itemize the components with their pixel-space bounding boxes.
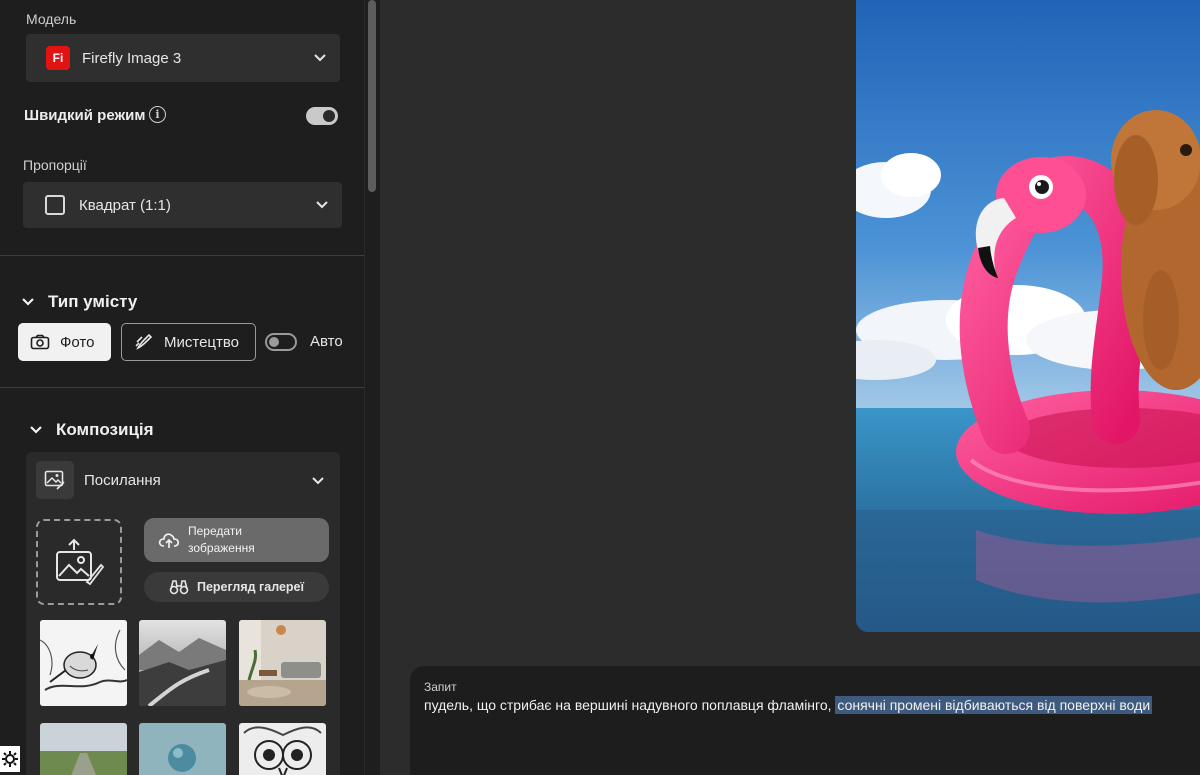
content-type-header[interactable]: Тип умісту	[22, 292, 137, 312]
collapse-chevron-icon	[30, 426, 42, 434]
collapse-chevron-icon	[22, 298, 34, 306]
settings-gear-icon[interactable]	[0, 746, 20, 772]
gallery-thumbnail-owl-pattern[interactable]	[239, 723, 326, 775]
gallery-thumbnail-living-room[interactable]	[239, 620, 326, 706]
prompt-text-plain: пудель, що стрибає на вершині надувного …	[424, 697, 836, 713]
model-select-value: Firefly Image 3	[82, 49, 182, 67]
sidebar-scrollbar-thumb[interactable]	[368, 0, 376, 192]
composition-header[interactable]: Композиція	[30, 420, 154, 440]
gallery-thumbnail-field-road[interactable]	[40, 723, 127, 775]
prompt-label: Запит	[424, 680, 457, 694]
aspect-ratio-select[interactable]: Квадрат (1:1)	[23, 182, 342, 228]
camera-icon	[30, 334, 50, 350]
gallery-thumbnail-bird-sketch[interactable]	[40, 620, 127, 706]
art-button[interactable]: Мистецтво	[121, 323, 256, 361]
photo-button-label: Фото	[60, 333, 95, 351]
reference-panel: Посилання Передати зображення Перегляд г…	[26, 452, 340, 775]
gallery-thumbnail-sphere[interactable]	[139, 723, 226, 775]
image-upload-icon	[56, 538, 105, 586]
chevron-down-icon	[316, 201, 328, 209]
model-label: Модель	[26, 11, 77, 27]
prompt-text-selection: сонячні промені відбиваються від поверхн…	[835, 696, 1153, 714]
art-button-label: Мистецтво	[164, 333, 240, 351]
paint-brush-icon	[135, 333, 153, 350]
content-type-title: Тип умісту	[48, 292, 138, 311]
chevron-down-icon	[314, 54, 326, 62]
auto-toggle[interactable]	[265, 333, 297, 351]
prompt-box[interactable]: Запит пудель, що стрибає на вершині наду…	[410, 666, 1200, 775]
chevron-down-icon[interactable]	[312, 477, 324, 485]
browse-gallery-label: Перегляд галереї	[196, 580, 305, 594]
aspect-ratio-label: Пропорції	[23, 157, 87, 173]
reference-title: Посилання	[84, 472, 161, 489]
generated-image[interactable]	[856, 0, 1200, 632]
composition-title: Композиція	[56, 420, 154, 439]
image-dropzone[interactable]	[36, 519, 122, 605]
cloud-upload-icon	[158, 533, 180, 548]
model-select[interactable]: Fi Firefly Image 3	[26, 34, 340, 82]
settings-sidebar: Модель Fi Firefly Image 3 Швидкий режим …	[0, 0, 364, 775]
fast-mode-toggle[interactable]	[306, 107, 338, 125]
app-window: Модель Fi Firefly Image 3 Швидкий режим …	[0, 0, 1200, 775]
photo-button[interactable]: Фото	[18, 323, 111, 361]
binoculars-icon	[169, 580, 189, 595]
upload-image-label: Передати зображення	[188, 524, 255, 555]
info-icon[interactable]: i	[149, 106, 166, 123]
aspect-ratio-value: Квадрат (1:1)	[79, 196, 171, 214]
gallery-thumbnail-misty-landscape[interactable]	[139, 620, 226, 706]
fast-mode-label: Швидкий режим	[24, 107, 146, 124]
browse-gallery-button[interactable]: Перегляд галереї	[144, 572, 329, 602]
auto-label: Авто	[310, 333, 343, 350]
square-aspect-icon	[45, 195, 65, 215]
section-divider	[0, 387, 364, 388]
upload-image-button[interactable]: Передати зображення	[144, 518, 329, 562]
reference-image-icon	[36, 461, 74, 499]
prompt-input[interactable]: пудель, що стрибає на вершині надувного …	[424, 696, 1153, 714]
firefly-logo-icon: Fi	[46, 46, 70, 70]
section-divider	[0, 255, 364, 256]
